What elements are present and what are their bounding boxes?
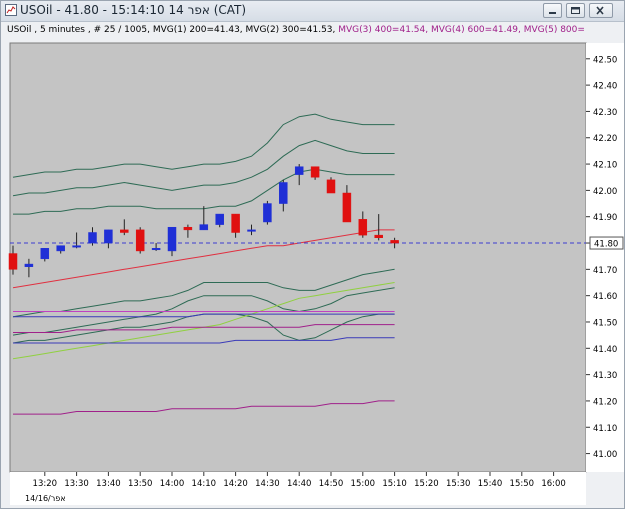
y-tick-label: 41.40	[593, 345, 617, 355]
candle-body	[374, 234, 383, 239]
candle-body	[199, 224, 209, 231]
x-tick-label: 14:00	[160, 479, 185, 489]
x-tick-label: 14:20	[223, 479, 248, 489]
candle-body	[104, 229, 113, 244]
x-tick-label: 14:40	[287, 479, 312, 489]
candle-body	[326, 179, 336, 194]
candle-body	[56, 245, 65, 252]
y-tick-label: 41.20	[593, 397, 617, 407]
y-tick-label: 42.50	[593, 55, 617, 65]
y-tick-label: 41.10	[593, 424, 617, 434]
x-tick-label: 14:30	[255, 479, 280, 489]
candle-body	[72, 245, 81, 248]
candle-body	[167, 226, 177, 252]
x-tick-label: 15:20	[414, 479, 439, 489]
y-tick-label: 42.00	[593, 187, 617, 197]
candle-body	[40, 248, 50, 260]
candle-body	[183, 226, 193, 231]
x-tick-label: 16:00	[541, 479, 566, 489]
candle-body	[88, 232, 97, 244]
candle-body	[135, 229, 145, 252]
candle-body	[263, 203, 272, 223]
x-tick-label: 15:10	[382, 479, 407, 489]
x-tick-label: 14:50	[319, 479, 344, 489]
candle-body	[342, 192, 352, 223]
x-tick-label: 13:50	[128, 479, 153, 489]
candle-body	[247, 229, 256, 232]
candle-body	[215, 213, 224, 225]
current-price-label: 41.80	[594, 240, 618, 250]
y-tick-label: 42.20	[593, 134, 617, 144]
y-tick-label: 42.40	[593, 82, 617, 92]
candle-body	[294, 166, 304, 175]
y-tick-label: 42.10	[593, 161, 617, 171]
candle-body	[310, 166, 320, 178]
y-tick-label: 41.50	[593, 318, 617, 328]
y-tick-label: 42.30	[593, 108, 617, 118]
candle-body	[358, 219, 368, 236]
candle-body	[120, 229, 129, 233]
candle-body	[24, 263, 34, 267]
candle-body	[279, 182, 288, 204]
y-tick-label: 41.90	[593, 213, 617, 223]
y-tick-label: 41.60	[593, 292, 617, 302]
candle-body	[8, 253, 18, 270]
date-label: 14/16/אפר	[25, 494, 66, 503]
y-tick-label: 41.70	[593, 266, 617, 276]
candle-body	[231, 213, 240, 233]
chart-window: USOil - 41.80 - 15:14:10 14 אפר (CAT) US…	[0, 0, 625, 509]
price-chart[interactable]: 42.50 42.40 42.30 42.20 42.10 42.00 41.90 41.80…	[1, 1, 624, 508]
x-tick-label: 15:00	[351, 479, 376, 489]
x-tick-label: 14:10	[192, 479, 217, 489]
candle-body	[390, 240, 399, 244]
x-tick-label: 15:40	[478, 479, 503, 489]
y-tick-label: 41.30	[593, 371, 617, 381]
x-tick-label: 13:20	[33, 479, 58, 489]
x-tick-label: 15:50	[510, 479, 535, 489]
candle-body	[151, 248, 161, 251]
x-tick-label: 13:40	[96, 479, 121, 489]
plot-area	[9, 42, 587, 473]
y-tick-label: 41.00	[593, 450, 617, 460]
x-tick-label: 13:30	[64, 479, 89, 489]
x-tick-label: 15:30	[446, 479, 471, 489]
